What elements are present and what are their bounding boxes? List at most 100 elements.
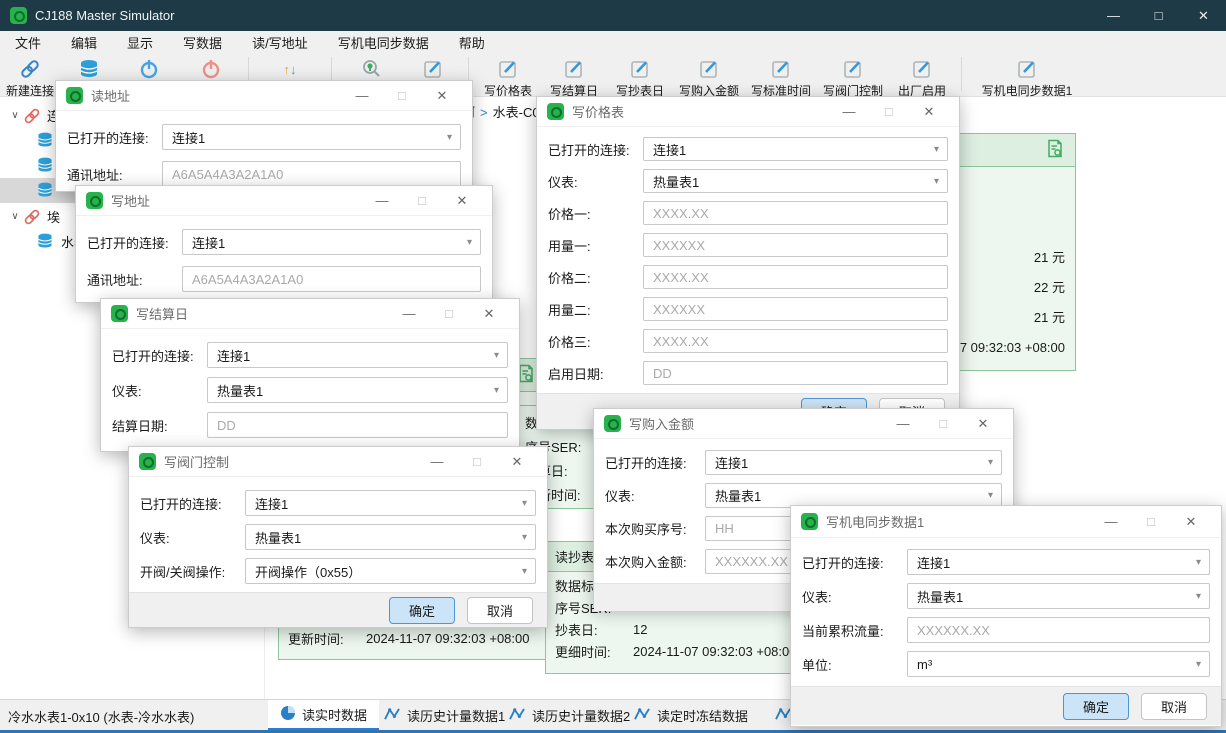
dropdown-caret-icon: ▾: [1196, 659, 1201, 670]
meter-row: 仪表: 热量表1 ▾: [112, 377, 508, 403]
factory-enable-button[interactable]: 出厂启用: [889, 53, 955, 99]
window-close-button[interactable]: ✕: [1181, 0, 1226, 31]
dialog-maximize-button[interactable]: □: [402, 193, 442, 208]
enable-date-input[interactable]: DD: [643, 361, 948, 385]
window-minimize-button[interactable]: —: [1091, 0, 1136, 31]
dialog-titlebar[interactable]: 写购入金额 — □ ✕: [594, 409, 1013, 439]
menu-bar: 文件 编辑 显示 写数据 读/写地址 写机电同步数据 帮助: [0, 31, 1226, 53]
search-toolbar-button[interactable]: [338, 53, 404, 81]
write-settle-day-button[interactable]: 写结算日: [541, 53, 607, 99]
write-price-table-button[interactable]: 写价格表: [475, 53, 541, 99]
cancel-button[interactable]: 取消: [1141, 693, 1207, 720]
dialog-close-button[interactable]: ✕: [469, 306, 509, 322]
connection-select[interactable]: 连接1 ▾: [182, 229, 481, 255]
dialog-close-button[interactable]: ✕: [442, 193, 482, 209]
price2-input[interactable]: XXXX.XX: [643, 265, 948, 289]
menu-write-data[interactable]: 写数据: [168, 33, 237, 52]
price1-input[interactable]: XXXX.XX: [643, 201, 948, 225]
menu-help[interactable]: 帮助: [444, 33, 500, 52]
dialog-close-button[interactable]: ✕: [1171, 514, 1211, 530]
dialog-minimize-button[interactable]: —: [1091, 514, 1131, 529]
menu-view[interactable]: 显示: [112, 33, 168, 52]
dialog-minimize-button[interactable]: —: [342, 88, 382, 103]
cancel-button[interactable]: 取消: [467, 597, 533, 624]
meter-select[interactable]: 热量表1 ▾: [207, 377, 508, 403]
meter-select[interactable]: 热量表1 ▾: [907, 583, 1210, 609]
valve-operation-row: 开阀/关阀操作: 开阀操作（0x55） ▾: [140, 558, 536, 584]
database-toolbar-button[interactable]: [60, 53, 118, 81]
write-standard-time-button[interactable]: 写标准时间: [745, 53, 817, 99]
tab-history-data1[interactable]: 读历史计量数据1: [372, 700, 517, 731]
dialog-maximize-button[interactable]: □: [1131, 514, 1171, 529]
connection-select[interactable]: 连接1 ▾: [162, 124, 461, 150]
ok-button[interactable]: 确定: [1063, 693, 1129, 720]
tab-history-data2[interactable]: 读历史计量数据2: [497, 700, 642, 731]
edit-toolbar-button[interactable]: [404, 53, 462, 81]
link-icon: [22, 106, 42, 126]
menu-sync-data[interactable]: 写机电同步数据: [323, 33, 444, 52]
dialog-minimize-button[interactable]: —: [829, 104, 869, 119]
menu-file[interactable]: 文件: [0, 33, 56, 52]
dialog-minimize-button[interactable]: —: [362, 193, 402, 208]
dialog-titlebar[interactable]: 写机电同步数据1 — □ ✕: [791, 506, 1221, 538]
dialog-titlebar[interactable]: 写阀门控制 — □ ✕: [129, 447, 547, 477]
dialog-minimize-button[interactable]: —: [883, 416, 923, 431]
comm-address-input[interactable]: A6A5A4A3A2A1A0: [182, 266, 481, 292]
field-label: 仪表:: [140, 528, 245, 547]
connection-select[interactable]: 连接1 ▾: [245, 490, 536, 516]
dialog-minimize-button[interactable]: —: [417, 454, 457, 469]
ok-button[interactable]: 确定: [389, 597, 455, 624]
price1-row: 价格一: XXXX.XX: [548, 201, 948, 225]
connect-power-button[interactable]: [118, 53, 180, 81]
status-bar-text: 冷水水表1-0x10 (水表-冷水水表): [8, 707, 194, 726]
dialog-close-button[interactable]: ✕: [909, 104, 949, 120]
dialog-maximize-button[interactable]: □: [382, 88, 422, 103]
write-meter-day-button[interactable]: 写抄表日: [607, 53, 673, 99]
usage1-input[interactable]: XXXXXX: [643, 233, 948, 257]
field-label: 仪表:: [802, 587, 907, 606]
menu-edit[interactable]: 编辑: [56, 33, 112, 52]
connection-select[interactable]: 连接1 ▾: [643, 137, 948, 161]
dialog-titlebar[interactable]: 读地址 — □ ✕: [56, 81, 472, 111]
chevron-down-icon[interactable]: ∨: [8, 110, 22, 121]
doc-search-icon[interactable]: [1044, 138, 1066, 163]
window-maximize-button[interactable]: □: [1136, 0, 1181, 31]
valve-operation-select[interactable]: 开阀操作（0x55） ▾: [245, 558, 536, 584]
meter-select[interactable]: 热量表1 ▾: [643, 169, 948, 193]
comm-address-input[interactable]: A6A5A4A3A2A1A0: [162, 161, 461, 187]
dialog-titlebar[interactable]: 写地址 — □ ✕: [76, 186, 492, 216]
dialog-titlebar[interactable]: 写价格表 — □ ✕: [537, 97, 959, 127]
dialog-close-button[interactable]: ✕: [963, 416, 1003, 432]
tab-timed-freeze-data[interactable]: 读定时冻结数据: [622, 700, 760, 731]
sort-toolbar-button[interactable]: ↑↓: [255, 53, 325, 81]
edit-icon: [562, 57, 586, 81]
dialog-minimize-button[interactable]: —: [389, 306, 429, 321]
app-icon: [604, 415, 621, 432]
dialog-maximize-button[interactable]: □: [429, 306, 469, 321]
dialog-titlebar[interactable]: 写结算日 — □ ✕: [101, 299, 519, 329]
unit-select[interactable]: m³ ▾: [907, 651, 1210, 677]
settle-date-input[interactable]: DD: [207, 412, 508, 438]
dialog-close-button[interactable]: ✕: [422, 88, 462, 104]
app-icon: [66, 87, 83, 104]
connection-select[interactable]: 连接1 ▾: [907, 549, 1210, 575]
price3-input[interactable]: XXXX.XX: [643, 329, 948, 353]
meter-select[interactable]: 热量表1 ▾: [245, 524, 536, 550]
connection-select[interactable]: 连接1 ▾: [207, 342, 508, 368]
tab-realtime-data[interactable]: 读实时数据: [268, 700, 379, 731]
write-sync-data-button[interactable]: 写机电同步数据1: [968, 53, 1086, 99]
cumulative-flow-input[interactable]: XXXXXX.XX: [907, 617, 1210, 643]
chevron-down-icon[interactable]: ∨: [8, 211, 22, 222]
connection-select[interactable]: 连接1 ▾: [705, 450, 1002, 475]
dialog-maximize-button[interactable]: □: [457, 454, 497, 469]
usage2-input[interactable]: XXXXXX: [643, 297, 948, 321]
write-valve-button[interactable]: 写阀门控制: [817, 53, 889, 99]
dialog-maximize-button[interactable]: □: [923, 416, 963, 431]
new-connection-button[interactable]: 新建连接: [0, 53, 60, 99]
disconnect-power-button[interactable]: [180, 53, 242, 81]
breadcrumb-segment[interactable]: 水表-C0: [493, 105, 540, 120]
menu-read-write-address[interactable]: 读/写地址: [237, 33, 323, 52]
write-purchase-button[interactable]: 写购入金额: [673, 53, 745, 99]
dialog-maximize-button[interactable]: □: [869, 104, 909, 119]
dialog-close-button[interactable]: ✕: [497, 454, 537, 470]
